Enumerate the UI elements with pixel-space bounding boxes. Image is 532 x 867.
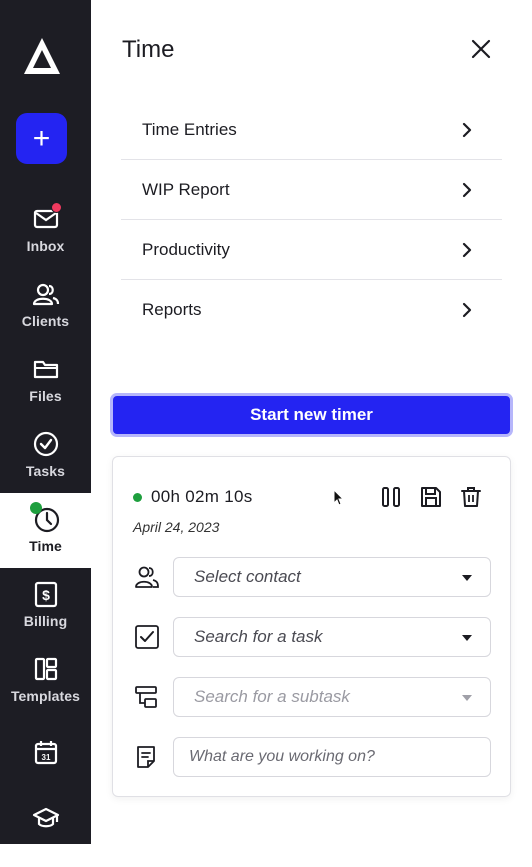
sidebar-item-label: Files	[29, 388, 62, 404]
menu-item-label: Time Entries	[142, 119, 237, 139]
contact-row: Select contact	[133, 557, 491, 597]
caret-down-icon	[462, 575, 472, 581]
caret-down-icon	[462, 635, 472, 641]
add-new-button[interactable]: +	[16, 113, 67, 164]
task-checkbox-icon	[135, 625, 159, 649]
sidebar-item-billing[interactable]: $ Billing	[0, 568, 91, 643]
graduation-cap-icon	[32, 804, 60, 832]
note-row: What are you working on?	[133, 737, 491, 777]
chevron-right-icon	[462, 182, 472, 198]
users-icon	[32, 280, 60, 308]
sidebar-item-templates[interactable]: Templates	[0, 643, 91, 718]
timer-elapsed: 00h 02m 10s	[151, 487, 253, 506]
menu-item-label: Reports	[142, 300, 202, 319]
page-title: Time	[122, 36, 175, 63]
subtask-row: Search for a subtask	[133, 677, 491, 717]
notification-badge	[50, 202, 62, 213]
menu-item-time-entries[interactable]: Time Entries	[121, 100, 502, 160]
subtask-select-placeholder: Search for a subtask	[194, 687, 350, 706]
start-new-timer-button[interactable]: Start new timer	[110, 393, 513, 437]
timer-date: April 24, 2023	[133, 519, 220, 535]
contact-select[interactable]: Select contact	[173, 557, 491, 597]
caret-down-icon	[462, 695, 472, 701]
sidebar-item-academy[interactable]	[0, 792, 91, 867]
sidebar: + Inbox Clients Files Tasks Time $ Billi…	[0, 0, 91, 844]
sidebar-item-label: Time	[29, 538, 62, 554]
trash-icon[interactable]	[459, 485, 483, 509]
plus-icon: +	[32, 121, 51, 155]
task-select[interactable]: Search for a task	[173, 617, 491, 657]
timer-running-dot	[133, 492, 142, 502]
menu-item-wip-report[interactable]: WIP Report	[121, 160, 502, 220]
note-input[interactable]: What are you working on?	[173, 737, 491, 777]
sidebar-item-tasks[interactable]: Tasks	[0, 418, 91, 493]
timer-status: 00h 02m 10s	[133, 487, 253, 507]
sidebar-item-files[interactable]: Files	[0, 343, 91, 418]
note-input-placeholder: What are you working on?	[189, 748, 375, 765]
close-icon[interactable]	[470, 38, 492, 60]
menu-item-productivity[interactable]: Productivity	[121, 220, 502, 280]
menu-item-reports[interactable]: Reports	[121, 280, 502, 340]
subtask-select[interactable]: Search for a subtask	[173, 677, 491, 717]
envelope-icon	[32, 202, 62, 233]
templates-icon	[32, 655, 60, 683]
task-select-placeholder: Search for a task	[194, 627, 323, 646]
contact-select-placeholder: Select contact	[194, 567, 301, 586]
task-row: Search for a task	[133, 617, 491, 657]
menu-item-label: WIP Report	[142, 179, 230, 199]
sidebar-item-inbox[interactable]: Inbox	[0, 193, 91, 268]
app-logo-icon[interactable]	[22, 36, 62, 76]
sidebar-item-calendar[interactable]: 31	[0, 727, 91, 802]
sidebar-item-label: Inbox	[26, 238, 65, 254]
folder-icon	[32, 355, 60, 383]
sidebar-item-clients[interactable]: Clients	[0, 268, 91, 343]
menu-item-label: Productivity	[142, 239, 230, 259]
calendar-day: 31	[41, 753, 50, 762]
timer-running-dot	[29, 502, 42, 514]
calendar-icon: 31	[32, 739, 60, 767]
chevron-right-icon	[462, 122, 472, 138]
time-menu: Time Entries WIP Report Productivity Rep…	[121, 100, 502, 340]
subtask-icon	[135, 686, 157, 708]
contact-icon	[135, 566, 159, 588]
sidebar-item-label: Templates	[10, 688, 81, 704]
mouse-cursor-icon	[333, 489, 345, 506]
chevron-right-icon	[462, 302, 472, 318]
timer-card: 00h 02m 10s April 24, 2023 Select contac…	[112, 456, 511, 797]
pause-icon[interactable]	[379, 485, 403, 509]
sidebar-item-time[interactable]: Time	[0, 493, 91, 568]
chevron-right-icon	[462, 242, 472, 258]
sidebar-item-label: Billing	[23, 613, 68, 629]
sidebar-item-label: Clients	[21, 313, 70, 329]
note-icon	[137, 746, 155, 768]
dollar-icon: $	[32, 580, 60, 608]
clock-icon	[29, 502, 60, 533]
check-circle-icon	[32, 430, 60, 458]
svg-text:$: $	[42, 587, 50, 603]
sidebar-item-label: Tasks	[25, 463, 66, 479]
save-icon[interactable]	[419, 485, 443, 509]
